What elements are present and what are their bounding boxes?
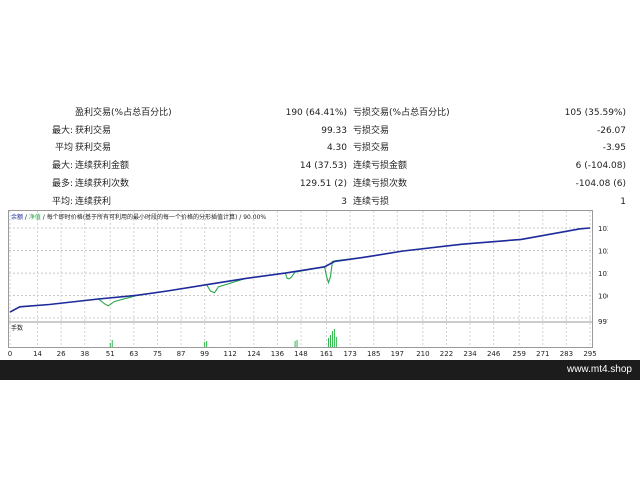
stats-label-right: 亏损交易 <box>353 143 390 154</box>
x-tick-label: 161 <box>320 350 333 358</box>
stats-label-left: 获利交易 <box>75 125 112 136</box>
x-tick-label: 197 <box>391 350 404 358</box>
x-tick-label: 112 <box>224 350 237 358</box>
footer-bar: www.mt4.shop <box>0 360 640 380</box>
stats-label-right: 亏损交易(%占总百分比) <box>353 108 450 118</box>
x-tick-label: 14 <box>33 350 42 358</box>
stats-value-left: 3 <box>341 196 347 207</box>
volume-bar <box>331 331 333 347</box>
stats-row: 盈利交易(%占总百分比) 190 (64.41%) 亏损交易(%占总百分比) 105 … <box>0 104 640 122</box>
x-tick-label: 51 <box>106 350 115 358</box>
y-tick-label: 9972 <box>598 318 608 326</box>
statistics-panel: 盈利交易(%占总百分比) 190 (64.41%) 亏损交易(%占总百分比) 105 … <box>0 104 640 210</box>
site-watermark: www.mt4.shop <box>566 364 632 375</box>
x-tick-label: 148 <box>294 350 307 358</box>
stats-value-left: 4.30 <box>326 143 347 154</box>
stats-value-right: 105 (35.59%) <box>564 108 626 118</box>
stats-value-right: -3.95 <box>602 143 626 154</box>
stats-value-left: 99.33 <box>321 125 347 136</box>
volume-bar <box>329 335 331 347</box>
stats-value-right: -104.08 (6) <box>575 178 626 189</box>
volume-bar <box>111 340 113 347</box>
stats-prefix: 最大: <box>51 125 73 136</box>
chart-legend: 余额 / 净值 / 每个即时价格(基于所有可利用的最小时段的每一个价格的分形插值… <box>11 213 266 221</box>
y-tick-label: 10185 <box>598 270 608 278</box>
stats-prefix: 最多: <box>51 178 73 189</box>
x-tick-label: 210 <box>416 350 429 358</box>
x-tick-label: 0 <box>8 350 12 358</box>
x-tick-label: 283 <box>560 350 573 358</box>
x-tick-label: 75 <box>153 350 162 358</box>
stats-value-left: 190 (64.41%) <box>285 108 347 118</box>
stats-label-left: 获利交易 <box>75 143 112 154</box>
volume-bar <box>206 341 208 347</box>
stats-label-right: 亏损交易 <box>353 125 390 136</box>
x-tick-label: 173 <box>343 350 356 358</box>
volume-bar <box>296 340 298 347</box>
x-tick-label: 99 <box>200 350 209 358</box>
stats-label-right: 连续亏损次数 <box>353 178 408 189</box>
x-tick-label: 222 <box>440 350 453 358</box>
volume-bar <box>333 329 335 347</box>
stats-row: 平均: 连续获利 3 连续亏损 1 <box>0 193 640 211</box>
stats-value-left: 14 (37.53) <box>299 161 347 172</box>
stats-value-left: 129.51 (2) <box>299 178 347 189</box>
y-tick-label: 10079 <box>598 292 608 300</box>
volume-bar <box>328 338 330 347</box>
stats-prefix: 最大: <box>51 161 73 172</box>
x-tick-label: 185 <box>367 350 380 358</box>
x-tick-label: 271 <box>536 350 549 358</box>
stats-label-right: 连续亏损 <box>353 196 390 207</box>
stats-label-left: 连续获利金额 <box>75 161 130 172</box>
x-tick-label: 295 <box>583 350 596 358</box>
x-tick-label: 246 <box>487 350 501 358</box>
volume-bar <box>109 343 111 347</box>
balance-chart-svg: 10399 10292 10185 10079 9972 0 14 26 38 51 63 75 87 9… <box>8 210 620 358</box>
volume-bar <box>294 341 296 347</box>
stats-row: 最大: 连续获利金额 14 (37.53) 连续亏损金额 6 (-104.08) <box>0 157 640 175</box>
stats-label-right: 连续亏损金额 <box>353 161 408 172</box>
volume-bar <box>204 342 206 347</box>
stats-label-left: 连续获利次数 <box>75 178 130 189</box>
stats-prefix: 平均 <box>54 143 73 154</box>
x-tick-label: 38 <box>80 350 89 358</box>
y-tick-label: 10399 <box>598 225 608 233</box>
x-tick-label: 136 <box>271 350 285 358</box>
balance-chart: 10399 10292 10185 10079 9972 0 14 26 38 51 63 75 87 9… <box>8 210 620 360</box>
x-tick-label: 259 <box>513 350 526 358</box>
y-tick-label: 10292 <box>598 248 608 256</box>
stats-row: 最大: 获利交易 99.33 亏损交易 -26.07 <box>0 122 640 140</box>
volume-bar <box>335 337 337 347</box>
stats-label-left: 盈利交易(%占总百分比) <box>75 108 172 118</box>
stats-label-left: 连续获利 <box>75 196 112 207</box>
stats-row: 平均 获利交易 4.30 亏损交易 -3.95 <box>0 139 640 157</box>
stats-row: 最多: 连续获利次数 129.51 (2) 连续亏损次数 -104.08 (6) <box>0 175 640 193</box>
stats-prefix: 平均: <box>51 196 73 207</box>
stats-value-right: 1 <box>620 196 626 207</box>
volume-label: 手数 <box>11 324 23 332</box>
x-tick-label: 63 <box>129 350 138 358</box>
x-tick-label: 234 <box>463 350 477 358</box>
x-tick-label: 26 <box>57 350 66 358</box>
stats-value-right: -26.07 <box>596 125 626 136</box>
stats-value-right: 6 (-104.08) <box>575 161 626 172</box>
x-tick-label: 87 <box>177 350 186 358</box>
x-tick-label: 124 <box>247 350 261 358</box>
